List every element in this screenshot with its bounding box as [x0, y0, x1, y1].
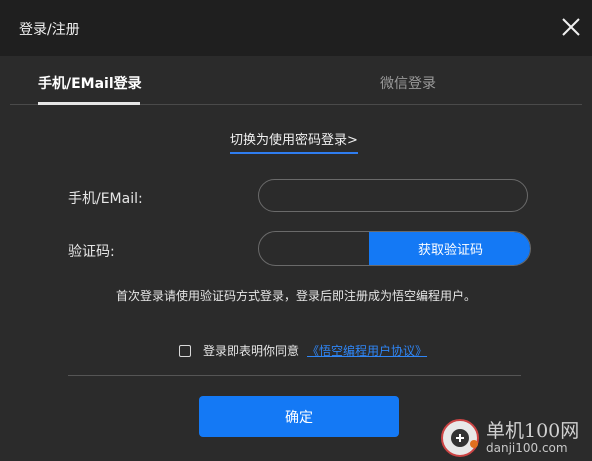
verification-code-field: 获取验证码	[258, 231, 531, 266]
agreement-row: 登录即表明你同意 《悟空编程用户协议》	[179, 342, 427, 359]
tab-wechat-login[interactable]: 微信登录	[380, 73, 436, 93]
agreement-text: 登录即表明你同意	[203, 344, 300, 358]
watermark: 单机100网 danji100.com	[440, 418, 590, 458]
watermark-main-text: 单机100网	[486, 419, 580, 442]
confirm-button[interactable]: 确定	[199, 396, 399, 437]
get-code-button[interactable]: 获取验证码	[369, 232, 530, 265]
close-icon[interactable]	[558, 14, 584, 40]
watermark-logo-icon	[441, 419, 479, 457]
active-tab-indicator	[38, 102, 140, 105]
window-title: 登录/注册	[19, 22, 80, 38]
login-tabs: 手机/EMail登录 微信登录	[10, 56, 582, 105]
switch-to-password-login-link[interactable]: 切换为使用密码登录>	[230, 129, 358, 154]
phone-email-input[interactable]	[258, 179, 528, 212]
user-agreement-link[interactable]: 《悟空编程用户协议》	[307, 342, 427, 359]
title-bar: 登录/注册	[0, 0, 592, 56]
first-login-hint: 首次登录请使用验证码方式登录，登录后即注册成为悟空编程用户。	[115, 289, 476, 303]
watermark-sub-text: danji100.com	[486, 440, 568, 455]
agreement-checkbox[interactable]	[179, 344, 191, 357]
phone-email-label: 手机/EMail:	[68, 191, 143, 207]
tab-phone-email-login[interactable]: 手机/EMail登录	[38, 73, 142, 93]
divider	[68, 375, 521, 376]
verification-code-label: 验证码:	[68, 244, 115, 260]
